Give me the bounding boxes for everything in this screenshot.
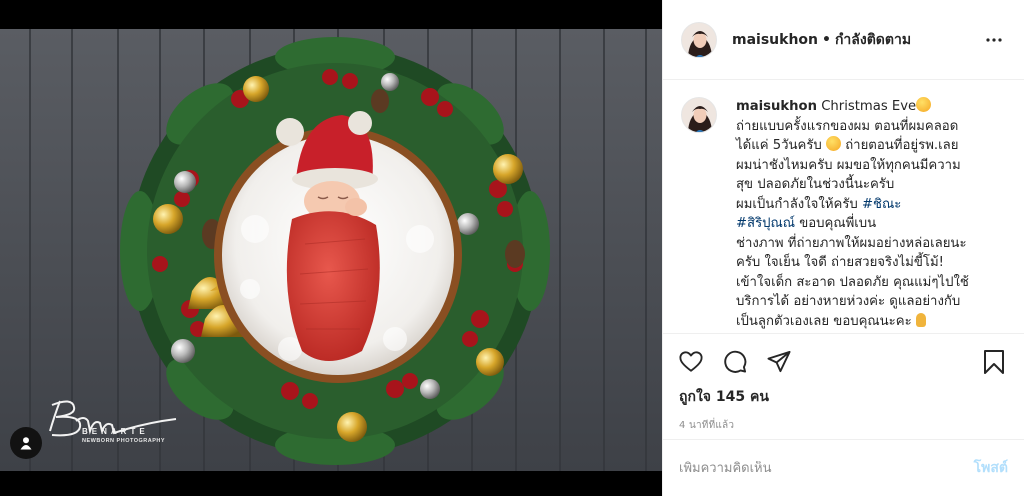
- caption-line: ได้แค่ 5วันครับ: [736, 138, 822, 153]
- caption-line: บริการได้ อย่างหายห่วงค่ะ ดูแลอย่างกับ: [736, 294, 961, 309]
- caption-line: ช่างภาพ ที่ถ่ายภาพให้ผมอย่างหล่อเลยนะ: [736, 235, 967, 251]
- caption-line: ผมน่าชังไหมครับ ผมขอให้ทุกคนมีความ: [736, 157, 961, 173]
- winking-face-emoji-icon: [916, 97, 932, 112]
- comments-area[interactable]: maisukhon Christmas Eve ถ่ายแบบครั้งแรกข…: [663, 97, 1024, 333]
- caption-line: สุข ปลอดภัยในช่วงนี้นะครับ: [736, 177, 895, 192]
- header-separator: •: [822, 31, 831, 48]
- avatar[interactable]: [681, 21, 717, 58]
- caption: maisukhon Christmas Eve ถ่ายแบบครั้งแรกข…: [681, 97, 1006, 331]
- post-comment-button[interactable]: โพสต์: [974, 457, 1008, 479]
- post-header: maisukhon • กำลังติดตาม: [663, 0, 1024, 80]
- caption-line: เป็นลูกตัวเองเลย ขอบคุณนะคะ: [736, 313, 912, 329]
- comment-input[interactable]: [679, 460, 966, 476]
- add-comment-form: โพสต์: [663, 439, 1024, 496]
- like-button[interactable]: [679, 350, 703, 374]
- more-horizontal-icon: [986, 37, 1002, 42]
- grinning-face-emoji-icon: [826, 136, 841, 151]
- post-media[interactable]: BENARTE NEWBORN PHOTOGRAPHY: [0, 0, 662, 496]
- bookmark-icon: [984, 349, 1004, 374]
- person-icon: [20, 437, 32, 450]
- tagged-users-button[interactable]: [10, 427, 42, 459]
- header-username[interactable]: maisukhon: [732, 32, 818, 48]
- watermark-subtitle: NEWBORN PHOTOGRAPHY: [82, 438, 166, 444]
- action-icons: [679, 334, 1008, 389]
- caption-line: ครับ ใจเย็น ใจดี ถ่ายสวยจริงไม่ขี้โม้!: [736, 255, 944, 270]
- caption-text: maisukhon Christmas Eve ถ่ายแบบครั้งแรกข…: [736, 97, 989, 331]
- caption-line: ถ่ายตอนที่อยู่รพ.เลย: [841, 138, 959, 153]
- heart-icon: [679, 350, 703, 372]
- caption-line: Christmas Eve: [821, 99, 917, 114]
- following-button[interactable]: กำลังติดตาม: [835, 29, 911, 51]
- caption-line: เข้าใจเด็ก สะอาด ปลอดภัย คุณแม่ๆไปใช้: [736, 274, 969, 290]
- comment-icon: [724, 350, 747, 373]
- share-button[interactable]: [767, 350, 791, 374]
- watermark-brand: BENARTE: [82, 427, 149, 436]
- share-icon: [767, 350, 791, 372]
- caption-avatar[interactable]: [681, 97, 717, 133]
- hashtag-link[interactable]: #ชิณะ: [862, 197, 901, 212]
- caption-username[interactable]: maisukhon: [736, 99, 817, 114]
- more-options-button[interactable]: [982, 28, 1006, 52]
- caption-line: ขอบคุณพี่เบน: [795, 216, 877, 231]
- prayer-hands-emoji-icon: [915, 312, 926, 327]
- save-button[interactable]: [982, 349, 1006, 374]
- post-timestamp[interactable]: 4 นาทีที่แล้ว: [679, 418, 1008, 433]
- instagram-post: BENARTE NEWBORN PHOTOGRAPHY maisukhon •: [0, 0, 1024, 496]
- likes-count[interactable]: ถูกใจ 145 คน: [679, 386, 1008, 408]
- caption-line: ผมเป็นกำลังใจให้ครับ: [736, 196, 862, 212]
- caption-line: ถ่ายแบบครั้งแรกของผม ตอนที่ผมคลอด: [736, 118, 959, 134]
- post-side-panel: maisukhon • กำลังติดตาม maisukhon Christ…: [662, 0, 1024, 496]
- hashtag-link[interactable]: #สิริปุณณ์: [736, 216, 795, 231]
- comment-button[interactable]: [723, 350, 747, 374]
- post-actions: ถูกใจ 145 คน 4 นาทีที่แล้ว: [663, 333, 1024, 433]
